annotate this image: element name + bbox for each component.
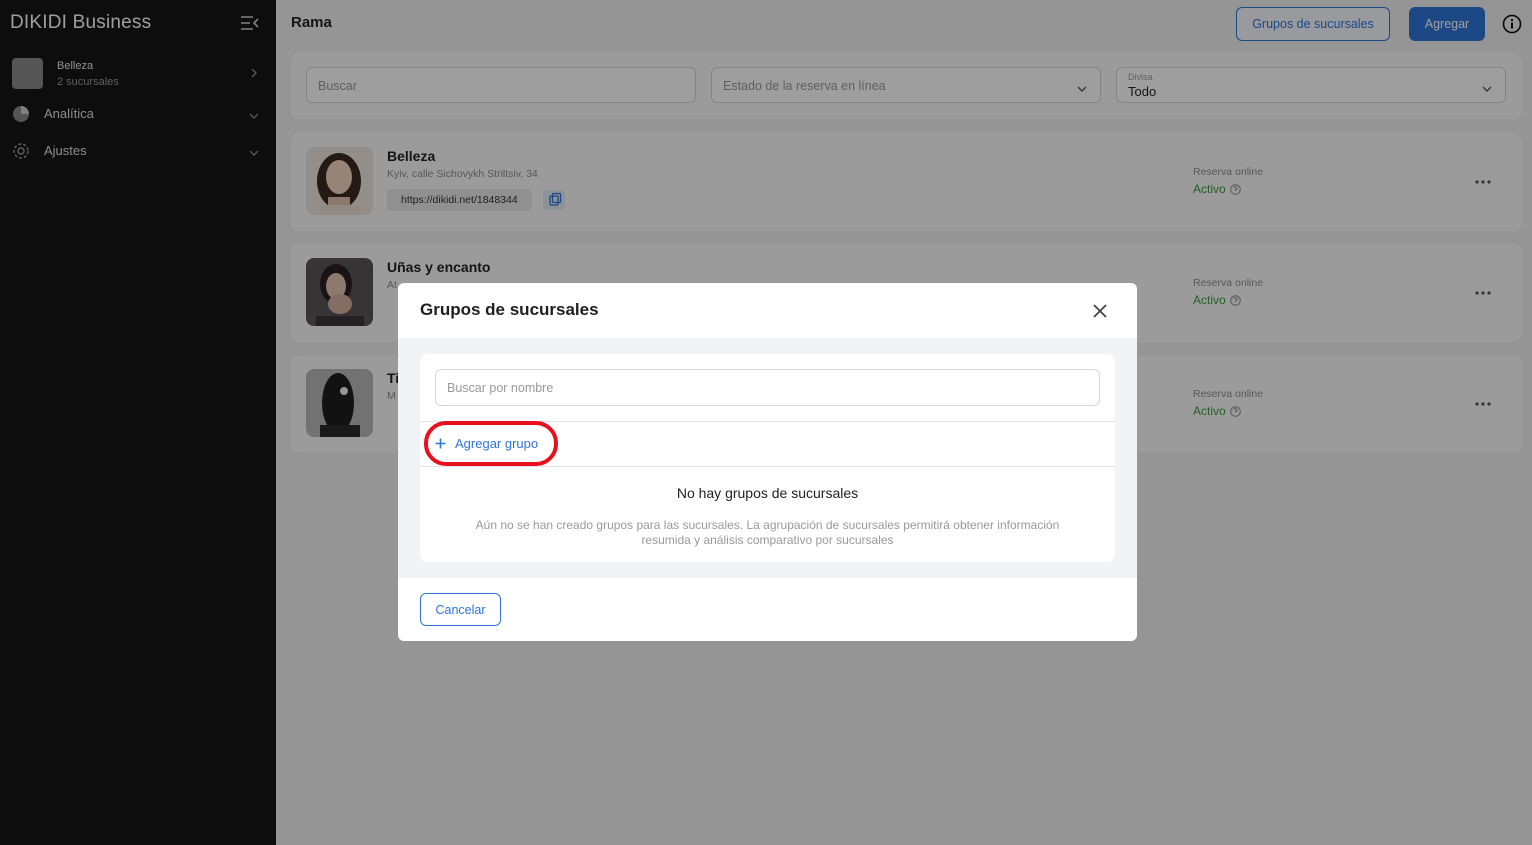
- cancel-button[interactable]: Cancelar: [420, 593, 501, 626]
- search-by-name-placeholder: Buscar por nombre: [447, 381, 554, 395]
- search-by-name-input[interactable]: Buscar por nombre: [435, 369, 1100, 406]
- highlight-ring: [424, 421, 558, 466]
- modal-title: Grupos de sucursales: [420, 300, 599, 319]
- empty-state-description: Aún no se han creado grupos para las suc…: [475, 518, 1060, 547]
- close-icon[interactable]: [1092, 303, 1108, 319]
- empty-state-title: No hay grupos de sucursales: [676, 485, 859, 501]
- divider: [420, 466, 1115, 467]
